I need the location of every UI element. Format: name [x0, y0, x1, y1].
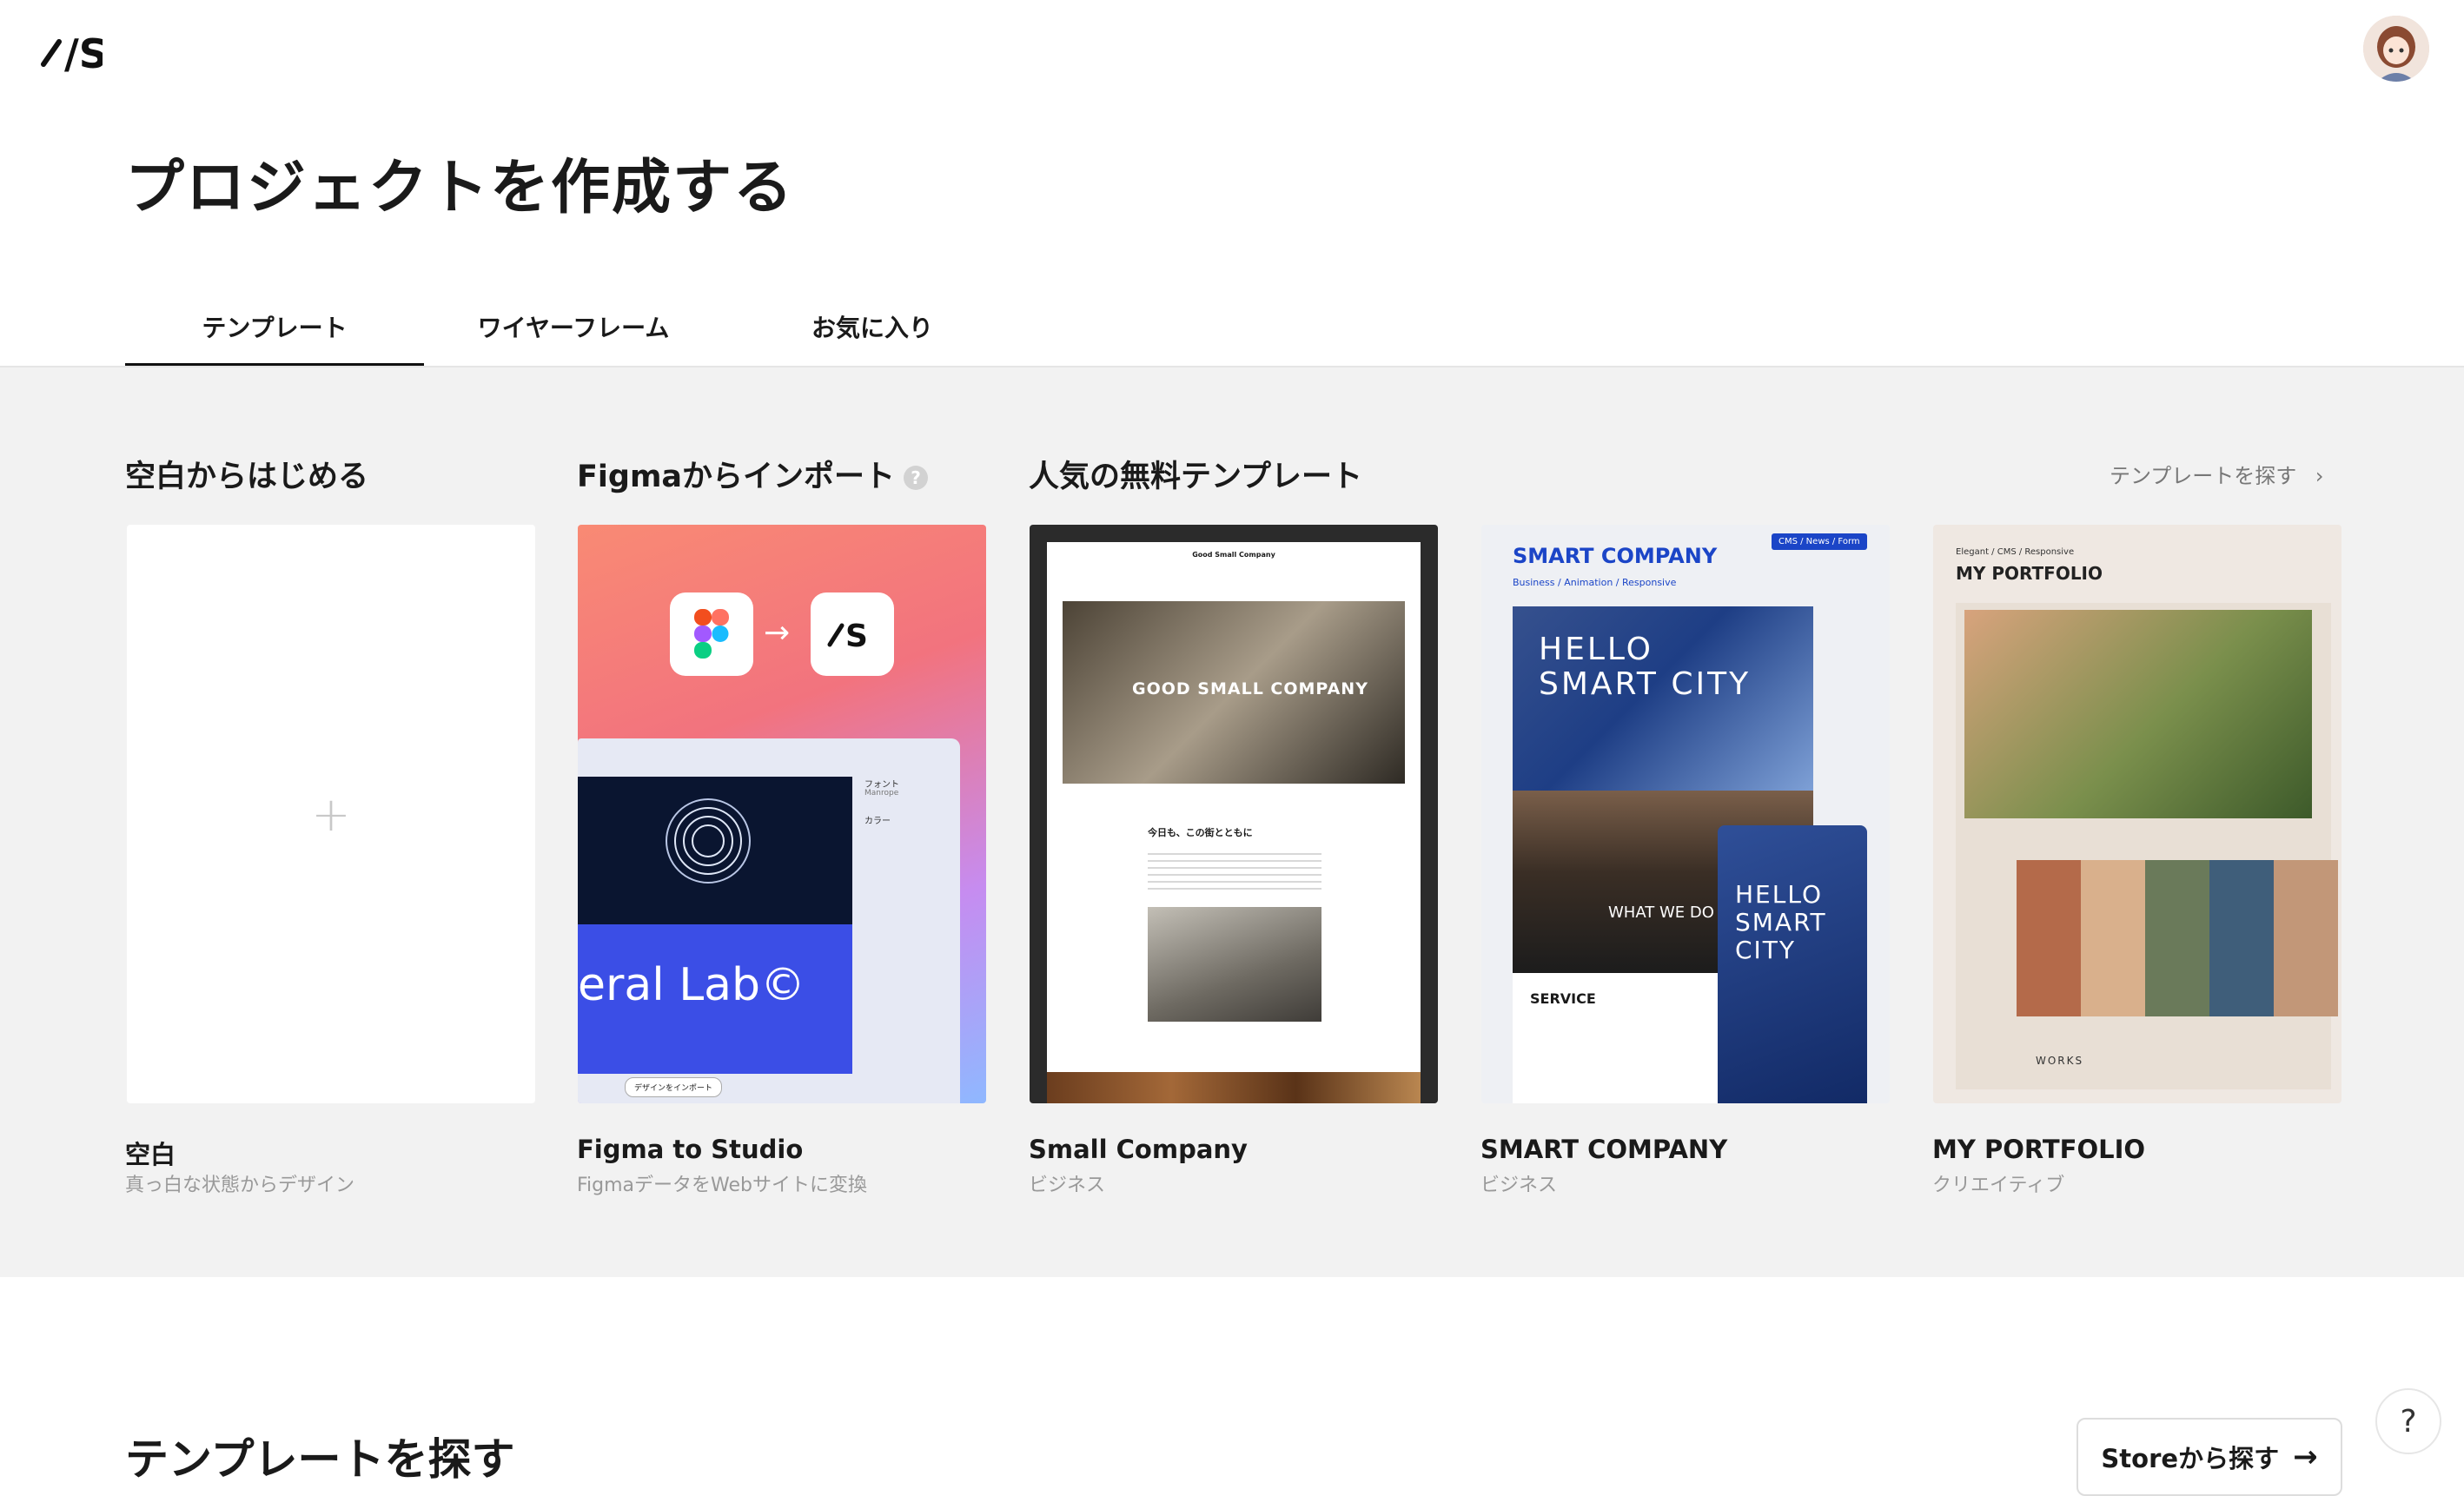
card-subtitle: 真っ白な状態からデザイン — [125, 1175, 355, 1196]
figma-logo-icon — [670, 592, 753, 676]
tools-photo — [1047, 1072, 1421, 1103]
section-popular-heading: 人気の無料テンプレート — [1029, 460, 1362, 494]
find-templates-label: テンプレートを探す — [2110, 464, 2297, 488]
svg-text:S: S — [845, 619, 868, 652]
font-label: フォント — [864, 780, 899, 790]
help-icon: ? — [2400, 1403, 2417, 1440]
smart-hero-image: HELLO SMART CITY — [1513, 606, 1813, 791]
small-company-card[interactable]: Good Small Company GOOD SMALL COMPANY 今日… — [1030, 525, 1438, 1103]
figma-import-card[interactable]: → S eral Lab© フォント Manrope カラー デザインをインポー… — [578, 525, 986, 1103]
card-title: Figma to Studio — [577, 1135, 804, 1164]
section-blank-heading: 空白からはじめる — [125, 460, 369, 494]
smart-logo: SMART COMPANY — [1513, 544, 1718, 568]
smart-company-card[interactable]: SMART COMPANY Business / Animation / Res… — [1481, 525, 1890, 1103]
chevron-right-icon: › — [2315, 464, 2324, 488]
section-figma-heading: Figmaからインポート? — [577, 452, 929, 496]
design-import-chip: デザインをインポート — [625, 1077, 723, 1097]
arrow-right-icon: → — [2293, 1440, 2318, 1474]
tab-bar: テンプレート ワイヤーフレーム お気に入り — [125, 287, 2464, 367]
store-button-label: Storeから探す — [2101, 1444, 2280, 1473]
store-button[interactable]: Storeから探す → — [2077, 1418, 2342, 1496]
portfolio-page: WORKS — [1956, 603, 2338, 1089]
preview-hero: GOOD SMALL COMPANY — [1132, 679, 1368, 698]
fingerprint-image: eral Lab© — [578, 777, 852, 1074]
tab-template[interactable]: テンプレート — [125, 287, 424, 367]
smart-tags: Business / Animation / Responsive — [1513, 577, 1677, 588]
portfolio-photo-grid — [2017, 860, 2338, 1016]
tab-favorites[interactable]: お気に入り — [723, 287, 1022, 367]
arrow-right-icon: → — [764, 615, 791, 651]
smart-mobile-preview: HELLO SMART CITY — [1718, 825, 1867, 1103]
lab-heading: eral Lab© — [578, 959, 806, 1011]
top-bar: /S — [0, 0, 2464, 104]
card-subtitle: クリエイティブ — [1932, 1175, 2065, 1196]
portfolio-logo: MY PORTFOLIO — [1956, 563, 2103, 584]
smart-hero-text: HELLO SMART CITY — [1539, 632, 1752, 702]
font-name: Manrope — [864, 789, 899, 798]
find-templates-link[interactable]: テンプレートを探す › — [2110, 459, 2324, 489]
portfolio-tags: Elegant / CMS / Responsive — [1956, 547, 2075, 557]
workshop-photo: GOOD SMALL COMPANY — [1063, 601, 1405, 784]
tab-wireframe[interactable]: ワイヤーフレーム — [424, 287, 723, 367]
studio-app-icon: S — [811, 592, 894, 676]
lab-banner: eral Lab© — [578, 924, 852, 1074]
section-figma-label: Figmaからインポート — [577, 460, 896, 494]
card-title: Small Company — [1029, 1135, 1248, 1164]
card-title: MY PORTFOLIO — [1932, 1135, 2146, 1164]
portfolio-works: WORKS — [2036, 1055, 2084, 1067]
portfolio-card[interactable]: Elegant / CMS / Responsive MY PORTFOLIO … — [1933, 525, 2341, 1103]
blank-card[interactable]: + — [127, 525, 535, 1103]
preview-subheading: 今日も、この街とともに — [1148, 827, 1253, 838]
smart-service-label: SERVICE — [1530, 990, 1596, 1007]
small-company-preview: Good Small Company GOOD SMALL COMPANY 今日… — [1047, 542, 1421, 1103]
street-photo — [1148, 907, 1321, 1022]
plus-icon: + — [311, 786, 351, 842]
card-subtitle: ビジネス — [1480, 1175, 1558, 1196]
help-circle-icon[interactable]: ? — [904, 466, 929, 490]
smart-badge: CMS / News / Form — [1772, 533, 1867, 550]
page-title: プロジェクトを作成する — [125, 154, 795, 222]
smart-mobile-hero: HELLO SMART CITY — [1735, 880, 1827, 964]
card-subtitle: FigmaデータをWebサイトに変換 — [577, 1175, 868, 1196]
preview-header: Good Small Company — [1192, 551, 1275, 559]
body-text-lines — [1148, 848, 1321, 895]
card-subtitle: ビジネス — [1029, 1175, 1106, 1196]
studio-logo-icon[interactable]: /S — [40, 26, 103, 75]
help-button[interactable]: ? — [2375, 1388, 2441, 1454]
portfolio-hero-photo — [1964, 610, 2312, 818]
figma-editor-preview: eral Lab© フォント Manrope カラー デザインをインポート — [578, 738, 960, 1103]
avatar-icon — [2363, 16, 2429, 82]
find-templates-heading: テンプレートを探す — [125, 1434, 515, 1485]
color-label: カラー — [864, 817, 891, 826]
user-avatar[interactable] — [2363, 16, 2429, 82]
card-title: SMART COMPANY — [1480, 1135, 1728, 1164]
smart-what-text: WHAT WE DO — [1608, 904, 1714, 922]
card-title: 空白 — [125, 1140, 176, 1169]
logo-text: /S — [64, 30, 103, 75]
